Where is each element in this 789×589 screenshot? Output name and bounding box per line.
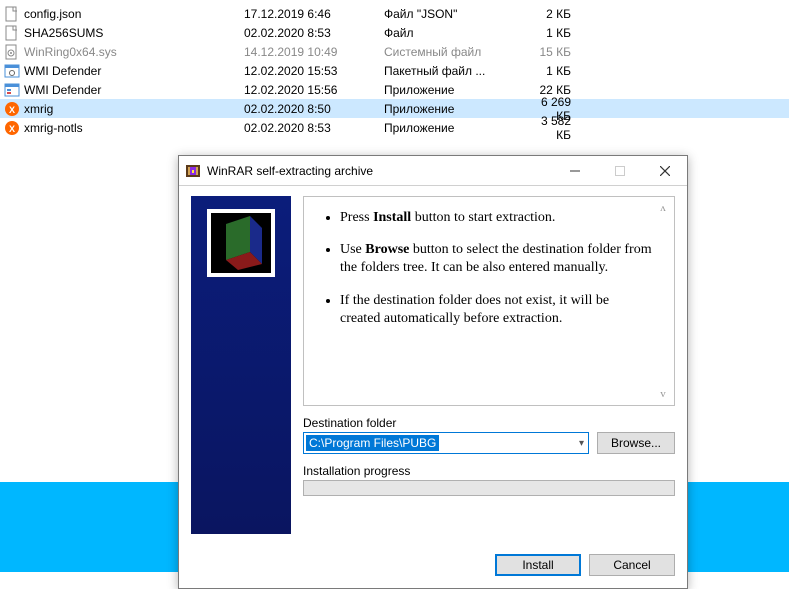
file-size: 1 КБ — [524, 26, 579, 40]
instruction-item: Use Browse button to select the destinat… — [340, 241, 652, 277]
table-row[interactable]: config.json 17.12.2019 6:46Файл "JSON"2 К… — [0, 4, 789, 23]
file-type: Приложение — [384, 121, 524, 135]
file-type: Приложение — [384, 102, 524, 116]
file-type: Файл — [384, 26, 524, 40]
file-name: SHA256SUMS — [24, 26, 103, 40]
file-size: 1 КБ — [524, 64, 579, 78]
table-row[interactable]: WMI Defender 12.02.2020 15:53Пакетный фай… — [0, 61, 789, 80]
progress-label: Installation progress — [303, 464, 675, 478]
file-list: config.json 17.12.2019 6:46Файл "JSON"2 К… — [0, 0, 789, 141]
maximize-button — [597, 156, 642, 185]
file-size: 15 КБ — [524, 45, 579, 59]
table-row[interactable]: WinRing0x64.sys 14.12.2019 10:49Системный… — [0, 42, 789, 61]
table-row[interactable]: Xxmrig-notls02.02.2020 8:53Приложение3 5… — [0, 118, 789, 137]
file-icon: X — [4, 101, 20, 117]
progress-bar — [303, 480, 675, 496]
file-name: xmrig-notls — [24, 121, 83, 135]
winrar-icon — [185, 163, 201, 179]
file-date: 17.12.2019 6:46 — [244, 7, 384, 21]
svg-text:X: X — [9, 124, 15, 134]
file-name: WMI Defender — [24, 64, 101, 78]
winrar-sfx-dialog: WinRAR self-extracting archive ʌ — [178, 155, 688, 589]
instructions-panel: ʌ Press Install button to start extracti… — [303, 196, 675, 406]
window-buttons — [552, 156, 687, 185]
scroll-down-icon[interactable]: v — [656, 387, 670, 401]
file-date: 02.02.2020 8:53 — [244, 121, 384, 135]
destination-input[interactable]: C:\Program Files\PUBG ▾ — [303, 432, 589, 454]
file-date: 12.02.2020 15:56 — [244, 83, 384, 97]
titlebar[interactable]: WinRAR self-extracting archive — [179, 156, 687, 186]
file-name: xmrig — [24, 102, 53, 116]
file-icon — [4, 6, 20, 22]
scroll-up-icon[interactable]: ʌ — [656, 201, 670, 215]
install-button[interactable]: Install — [495, 554, 581, 576]
browse-button[interactable]: Browse... — [597, 432, 675, 454]
table-row[interactable]: SHA256SUMS 02.02.2020 8:53Файл1 КБ — [0, 23, 789, 42]
file-name: config.json — [24, 7, 81, 21]
file-type: Файл "JSON" — [384, 7, 524, 21]
file-name: WinRing0x64.sys — [24, 45, 117, 59]
file-type: Приложение — [384, 83, 524, 97]
chevron-down-icon[interactable]: ▾ — [579, 438, 584, 449]
minimize-button[interactable] — [552, 156, 597, 185]
file-size: 3 582 КБ — [524, 114, 579, 142]
file-icon — [4, 44, 20, 60]
table-row[interactable]: Xxmrig02.02.2020 8:50Приложение6 269 КБ — [0, 99, 789, 118]
file-size: 2 КБ — [524, 7, 579, 21]
file-icon — [4, 25, 20, 41]
file-type: Пакетный файл ... — [384, 64, 524, 78]
table-row[interactable]: WMI Defender12.02.2020 15:56Приложение22… — [0, 80, 789, 99]
file-icon: X — [4, 120, 20, 136]
side-graphic — [191, 196, 291, 534]
cancel-button[interactable]: Cancel — [589, 554, 675, 576]
file-name: WMI Defender — [24, 83, 101, 97]
file-date: 02.02.2020 8:50 — [244, 102, 384, 116]
destination-value: C:\Program Files\PUBG — [306, 435, 439, 451]
file-date: 12.02.2020 15:53 — [244, 64, 384, 78]
destination-label: Destination folder — [303, 416, 675, 430]
instruction-item: If the destination folder does not exist… — [340, 292, 652, 328]
instruction-item: Press Install button to start extraction… — [340, 209, 652, 227]
file-icon — [4, 63, 20, 79]
file-icon — [4, 82, 20, 98]
close-button[interactable] — [642, 156, 687, 185]
window-title: WinRAR self-extracting archive — [207, 164, 552, 178]
file-date: 02.02.2020 8:53 — [244, 26, 384, 40]
file-date: 14.12.2019 10:49 — [244, 45, 384, 59]
file-type: Системный файл — [384, 45, 524, 59]
svg-text:X: X — [9, 105, 15, 115]
